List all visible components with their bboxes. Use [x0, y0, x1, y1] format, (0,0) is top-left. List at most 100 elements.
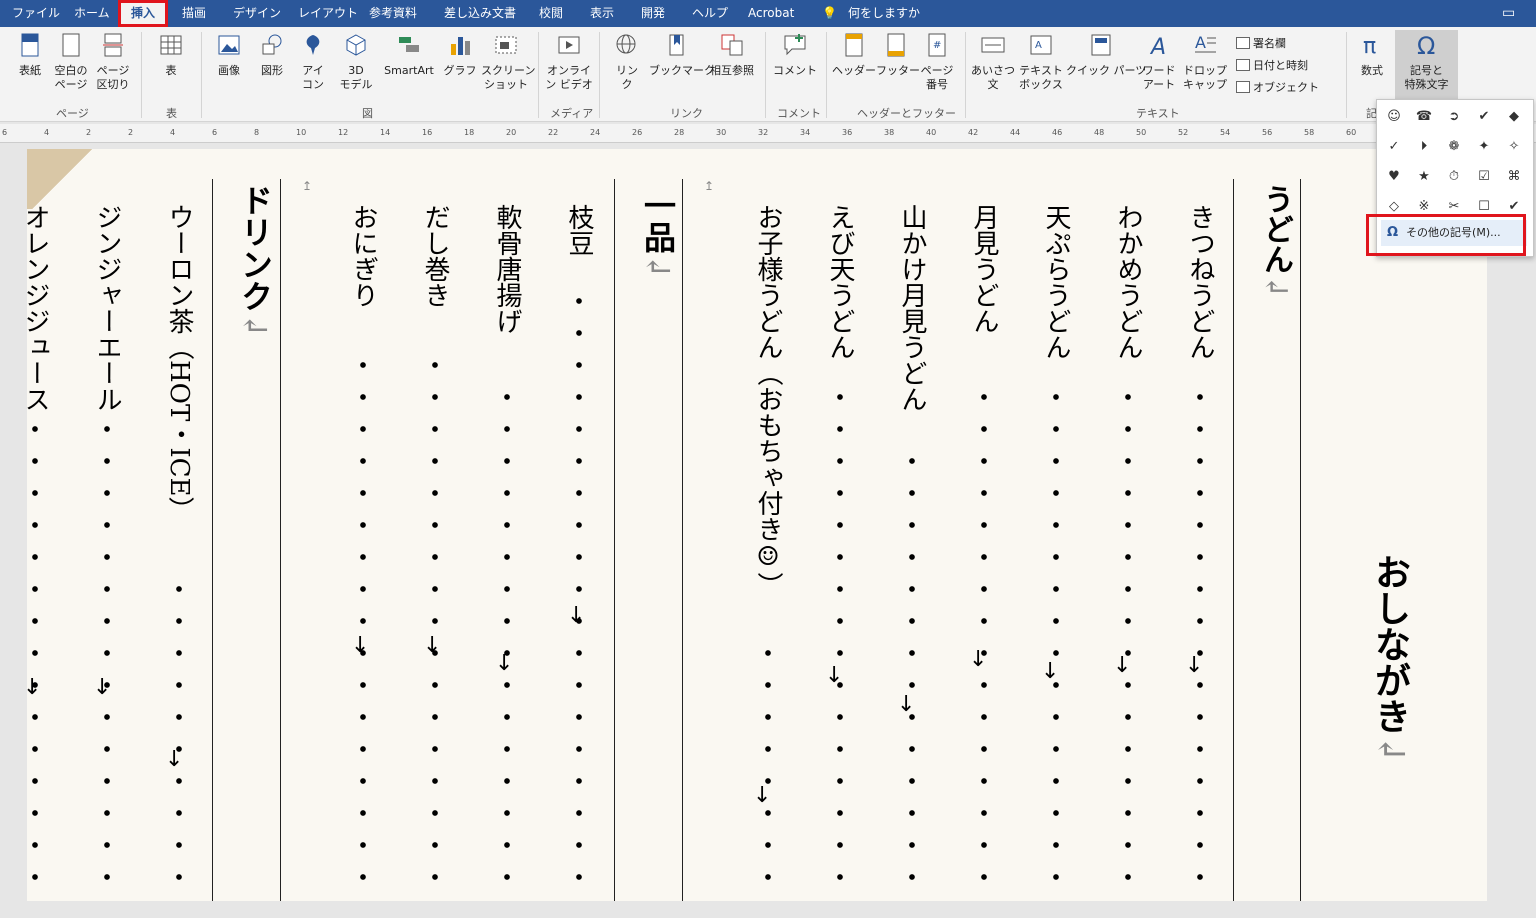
symbol-cell[interactable]: ⌘ [1499, 162, 1529, 192]
cross-reference-label: 相互参照 [710, 64, 754, 77]
group-header-footer-label: ヘッダーとフッター [857, 107, 956, 120]
symbol-cell[interactable]: ♥ [1379, 162, 1409, 192]
symbol-button[interactable]: Ω 記号と 特殊文字 [1395, 30, 1458, 100]
symbol-cell[interactable]: ◆ [1499, 102, 1529, 132]
ruler-tick: 48 [1094, 128, 1105, 137]
tab-file[interactable]: ファイル [12, 0, 60, 27]
signature-line-button[interactable]: 署名欄 [1236, 36, 1286, 52]
ruler-tick: 22 [548, 128, 559, 137]
signature-label: 署名欄 [1253, 37, 1286, 50]
symbol-cell[interactable]: ❁ [1439, 132, 1469, 162]
svg-text:π: π [1363, 34, 1376, 58]
tab-home[interactable]: ホーム [74, 0, 110, 27]
document-page[interactable]: ↥ ↥ おしながき↲ うどん↲ きつねうどん わかめうどん 天ぷらうどん 月見う… [27, 149, 1487, 901]
ruler-tick: 28 [674, 128, 685, 137]
anchor-mark: ↥ [302, 179, 313, 193]
cross-reference-button[interactable]: 相互参照 [706, 27, 758, 105]
leader-dots [908, 445, 916, 901]
date-time-label: 日付と時刻 [1253, 59, 1308, 72]
leader-dots [1052, 381, 1060, 901]
udon-heading: うどん↲ [1253, 184, 1297, 299]
symbol-cell[interactable]: ✔ [1469, 102, 1499, 132]
blank-page-button[interactable]: 空白の ページ [52, 27, 90, 105]
drop-cap-label: ドロップ キャップ [1183, 64, 1227, 91]
date-time-button[interactable]: 日付と時刻 [1236, 58, 1308, 74]
tab-layout[interactable]: レイアウト [298, 0, 358, 27]
menu-item: 月見うどん [969, 204, 999, 334]
link-button[interactable]: リン ク [607, 27, 647, 105]
wordart-button[interactable]: A ワード アート [1138, 27, 1180, 105]
equation-button[interactable]: π 数式 [1352, 27, 1392, 105]
symbol-cell[interactable]: ☑ [1469, 162, 1499, 192]
3d-models-label: 3D モデル [339, 64, 373, 91]
page-break-label: ページ 区切り [96, 64, 130, 91]
header-button[interactable]: ヘッダー [831, 27, 877, 105]
shapes-label: 図形 [261, 64, 283, 77]
symbol-cell[interactable]: ✓ [1379, 132, 1409, 162]
tab-mailings[interactable]: 差し込み文書 [444, 0, 516, 27]
table-label: 表 [165, 64, 177, 77]
shapes-button[interactable]: 図形 [251, 27, 293, 105]
leader-dots [575, 285, 583, 901]
lightbulb-icon: 💡 [822, 6, 837, 20]
footer-icon [887, 33, 905, 57]
drop-cap-button[interactable]: A ドロップ キャップ [1182, 27, 1228, 105]
object-icon [1236, 81, 1250, 93]
tab-acrobat[interactable]: Acrobat [748, 0, 794, 27]
symbol-cell[interactable]: ✧ [1499, 132, 1529, 162]
tab-developer[interactable]: 開発 [641, 0, 665, 27]
comment-button[interactable]: コメント [772, 27, 818, 105]
symbol-cell[interactable]: ⏵ [1409, 132, 1439, 162]
menu-item: だし巻き [420, 204, 450, 308]
cover-page-label: 表紙 [19, 64, 41, 77]
tab-design[interactable]: デザイン [233, 0, 281, 27]
page-number-button[interactable]: # ページ 番号 [917, 27, 957, 105]
column-divider [1233, 179, 1234, 901]
horizontal-ruler[interactable]: 6 4 2 2 4 6 8 10 12 14 16 18 20 22 24 26 28 30 32 34 36 38 40 4… [0, 124, 1536, 143]
smartart-button[interactable]: SmartArt [380, 27, 438, 105]
ruler-tick: 24 [590, 128, 601, 137]
ruler-tick: 14 [380, 128, 391, 137]
symbol-cell[interactable]: ☎ [1409, 102, 1439, 132]
symbol-cell[interactable]: ➲ [1439, 102, 1469, 132]
tell-me-search[interactable]: 何をしますか [848, 0, 920, 27]
tab-draw[interactable]: 描画 [182, 0, 206, 27]
highlight-more-symbols [1366, 214, 1526, 256]
symbol-cell[interactable]: ★ [1409, 162, 1439, 192]
footer-button[interactable]: フッター [876, 27, 920, 105]
table-button[interactable]: 表 [150, 27, 192, 105]
greeting-button[interactable]: あいさつ 文 [971, 27, 1015, 105]
ruler-tick: 12 [338, 128, 349, 137]
smartart-label: SmartArt [384, 64, 434, 77]
shapes-icon [262, 34, 282, 55]
drop-cap-icon: A [1195, 33, 1216, 53]
symbol-cell[interactable]: ⏱ [1439, 162, 1469, 192]
pictures-button[interactable]: 画像 [208, 27, 250, 105]
text-box-button[interactable]: A テキスト ボックス [1016, 27, 1066, 105]
quick-parts-icon [1091, 34, 1111, 56]
icons-button[interactable]: アイ コン [295, 27, 331, 105]
object-button[interactable]: オブジェクト [1236, 80, 1319, 96]
screenshot-button[interactable]: スクリーン ショット [481, 27, 535, 105]
cover-page-button[interactable]: 表紙 [12, 27, 48, 105]
3d-models-button[interactable]: 3D モデル [334, 27, 378, 105]
quick-parts-button[interactable]: クイック パーツ [1066, 27, 1146, 105]
bookmark-button[interactable]: ブックマーク [649, 27, 715, 105]
chart-button[interactable]: グラフ [441, 27, 479, 105]
line-break-arrow: ↓ [423, 633, 442, 658]
column-divider [1300, 179, 1301, 901]
symbol-cell[interactable]: ☺ [1379, 102, 1409, 132]
symbol-cell[interactable]: ✦ [1469, 132, 1499, 162]
tab-references[interactable]: 参考資料 [369, 0, 417, 27]
line-break-arrow: ↓ [165, 747, 184, 772]
page-break-button[interactable]: ページ 区切り [94, 27, 132, 105]
tab-review[interactable]: 校閲 [539, 0, 563, 27]
menu-item: えび天うどん [825, 204, 855, 360]
tab-view[interactable]: 表示 [590, 0, 614, 27]
smartart-icon [399, 37, 419, 52]
tab-help[interactable]: ヘルプ [692, 0, 728, 27]
menu-item: 軟骨唐揚げ [492, 204, 522, 334]
comment-icon[interactable]: ▭ [1502, 0, 1515, 27]
anchor-mark: ↥ [704, 179, 715, 193]
online-video-button[interactable]: オンライ ン ビデオ [545, 27, 593, 105]
